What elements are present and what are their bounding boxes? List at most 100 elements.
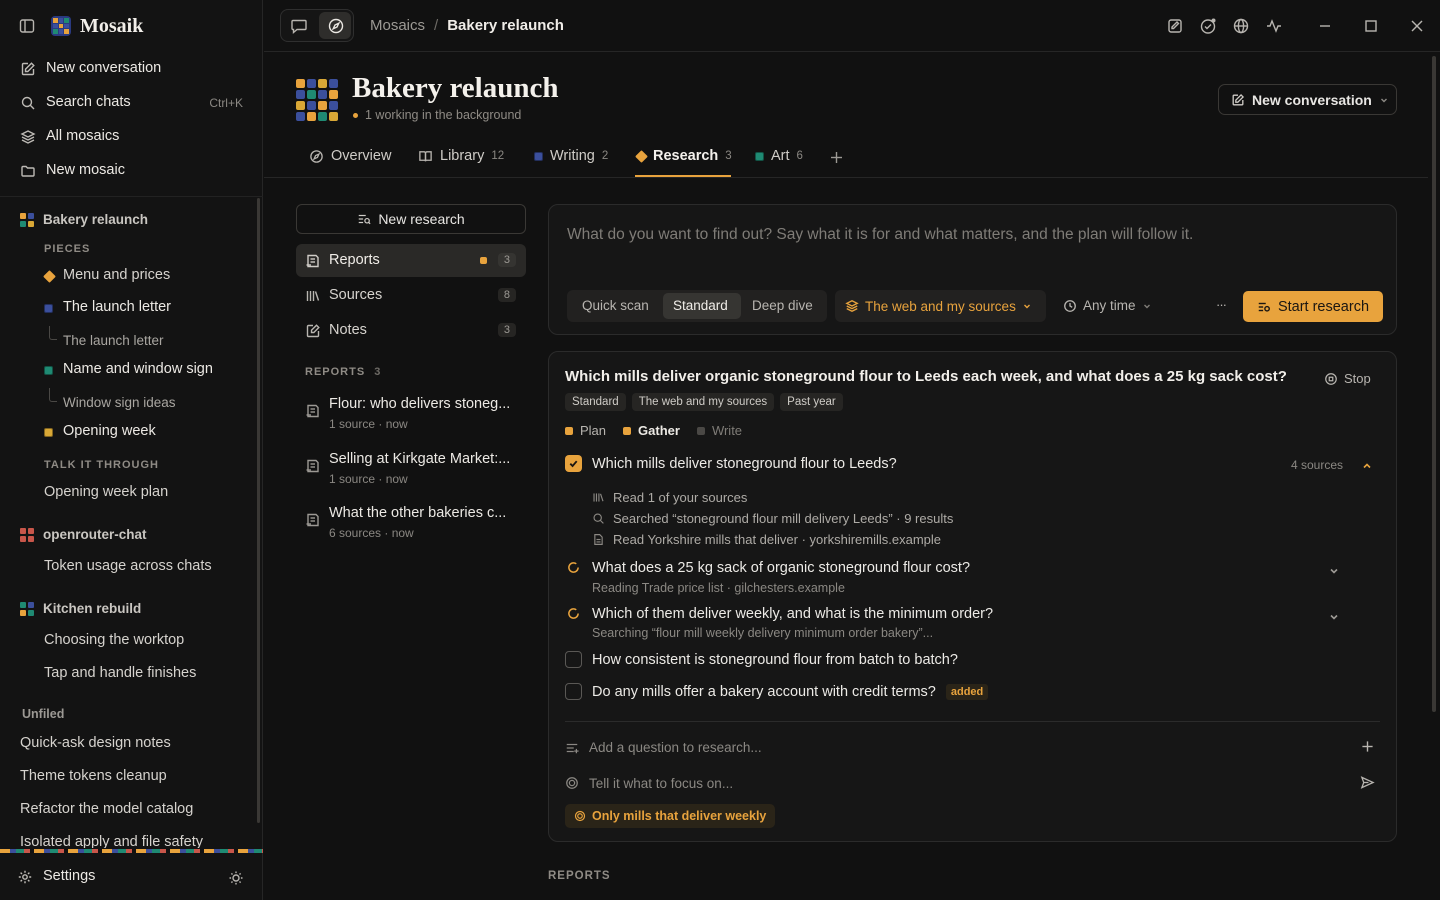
mosaic-title: Bakery relaunch [43,212,149,227]
time-dropdown[interactable]: Any time [1063,298,1152,313]
checkbox-unchecked[interactable] [565,683,582,700]
sidebar-unfiled-item[interactable]: Quick-ask design notes [20,735,171,751]
checkbox-checked[interactable] [565,455,582,472]
sidebar-item-token-usage[interactable]: Token usage across chats [44,558,212,574]
new-research-button[interactable]: New research [296,204,526,234]
mosaic-openrouter-chat[interactable]: openrouter-chat [0,526,263,544]
tab-label: Overview [331,148,392,164]
tab-research[interactable]: Research 3 [635,148,732,164]
nav-label: Notes [329,322,367,338]
report-icon [305,458,321,474]
sidebar-item-tap-handle[interactable]: Tap and handle finishes [44,665,196,681]
reports-icon [305,253,321,269]
search-icon [20,95,36,111]
report-item[interactable]: What the other bakeries c... 6 sources ·… [296,502,526,548]
new-conversation-item[interactable]: New conversation [0,59,263,79]
sidebar-unfiled-item[interactable]: Isolated apply and file safety [20,834,203,848]
tab-overview[interactable]: Overview [309,148,391,164]
new-mosaic-item[interactable]: New mosaic [0,161,263,181]
new-conversation-button[interactable]: New conversation [1218,84,1397,115]
phase-label: Write [711,423,743,438]
chevron-down-icon[interactable] [1328,565,1340,577]
add-tab-icon[interactable] [829,150,844,165]
breadcrumb-root[interactable]: Mosaics [370,17,425,34]
tree-branch [49,326,57,340]
nav-item-reports[interactable]: Reports 3 [296,244,526,277]
question-row[interactable]: What does a 25 kg sack of organic stoneg… [565,559,970,576]
report-item[interactable]: Flour: who delivers stoneg... 1 source ·… [296,393,526,439]
add-question-input[interactable]: Add a question to research... [589,740,762,755]
more-options-button[interactable]: ··· [1216,297,1227,312]
mosaic-title: openrouter-chat [43,527,147,542]
send-icon[interactable] [1360,775,1375,790]
add-icon[interactable] [1361,740,1374,753]
tasks-check-icon[interactable] [1199,17,1217,35]
question-row[interactable]: Do any mills offer a bakery account with… [565,683,989,700]
unfiled-section-label: Unfiled [22,707,65,721]
checkbox-unchecked[interactable] [565,651,582,668]
globe-icon[interactable] [1232,17,1250,35]
step-text: Read 1 of your sources [613,490,748,505]
sidebar-item-launch-letter[interactable]: The launch letter [0,298,263,318]
question-sources-count[interactable]: 4 sources [1291,458,1343,472]
pieces-section-label: PIECES [44,243,91,255]
sidebar-subitem-launch-letter[interactable]: The launch letter [63,333,164,348]
sidebar-unfiled-item[interactable]: Theme tokens cleanup [20,768,167,784]
tab-library[interactable]: Library 12 [418,148,504,164]
sources-dropdown[interactable]: The web and my sources [835,290,1046,322]
sidebar-item-choosing-worktop[interactable]: Choosing the worktop [44,632,184,648]
nav-label: Reports [329,252,380,268]
stop-button[interactable]: Stop [1324,371,1371,386]
mode-deep-dive[interactable]: Deep dive [752,298,813,313]
search-chats-item[interactable]: Search chats Ctrl+K [0,93,263,113]
sidebar-item-opening-week[interactable]: Opening week [0,422,263,442]
sidebar-item-name-window-sign[interactable]: Name and window sign [0,360,263,380]
nav-count: 3 [497,253,516,267]
library-icon [305,288,321,304]
question-row[interactable]: How consistent is stoneground flour from… [565,651,958,668]
phase-label: Plan [580,423,607,438]
mosaic-kitchen-rebuild[interactable]: Kitchen rebuild [0,600,263,618]
sidebar-subitem-window-sign-ideas[interactable]: Window sign ideas [63,395,176,410]
compose-icon[interactable] [1166,17,1184,35]
report-item[interactable]: Selling at Kirkgate Market:... 1 source … [296,448,526,494]
mode-quick-scan[interactable]: Quick scan [582,298,649,313]
job-divider [565,721,1380,722]
focus-input[interactable]: Tell it what to focus on... [589,776,733,791]
sidebar-item-opening-week-plan[interactable]: Opening week plan [44,484,168,500]
nav-item-sources[interactable]: Sources 8 [296,279,526,312]
reports-label: REPORTS [305,366,366,378]
theme-toggle-icon[interactable] [228,870,244,886]
settings-item[interactable]: Settings [0,867,263,887]
tab-writing[interactable]: Writing 2 [534,148,608,164]
all-mosaics-item[interactable]: All mosaics [0,127,263,147]
sidebar-scrollbar[interactable] [257,198,260,823]
chevron-up-icon[interactable] [1361,460,1373,472]
main-scrollbar[interactable] [1432,56,1436,712]
activity-icon[interactable] [1265,17,1283,35]
question-text: How consistent is stoneground flour from… [592,651,958,668]
start-research-button[interactable]: Start research [1243,291,1383,322]
sidebar-toggle-icon[interactable] [19,18,35,34]
focus-chip[interactable]: Only mills that deliver weekly [565,804,776,828]
question-status: Searching “flour mill weekly delivery mi… [592,626,934,640]
mosaic-bakery-relaunch[interactable]: Bakery relaunch [0,211,263,229]
tag-pill: The web and my sources [631,393,775,411]
nav-item-notes[interactable]: Notes 3 [296,314,526,347]
sidebar-item-menu-and-prices[interactable]: Menu and prices [0,266,263,286]
phase-progress: Plan Gather Write [565,423,742,438]
target-icon [574,810,586,822]
chevron-down-icon[interactable] [1328,611,1340,623]
search-shortcut: Ctrl+K [209,96,243,110]
mode-standard: Standard [673,298,728,313]
chat-view-icon[interactable] [290,17,308,35]
minimize-icon[interactable] [1316,17,1334,35]
research-prompt-input[interactable]: What do you want to find out? Say what i… [567,226,1367,244]
question-row[interactable]: Which of them deliver weekly, and what i… [565,605,993,622]
tab-label: Art [771,148,790,164]
tab-art[interactable]: Art 6 [755,148,803,164]
maximize-icon[interactable] [1362,17,1380,35]
sidebar-unfiled-item[interactable]: Refactor the model catalog [20,801,193,817]
question-row[interactable]: Which mills deliver stoneground flour to… [565,455,897,472]
close-icon[interactable] [1408,17,1426,35]
